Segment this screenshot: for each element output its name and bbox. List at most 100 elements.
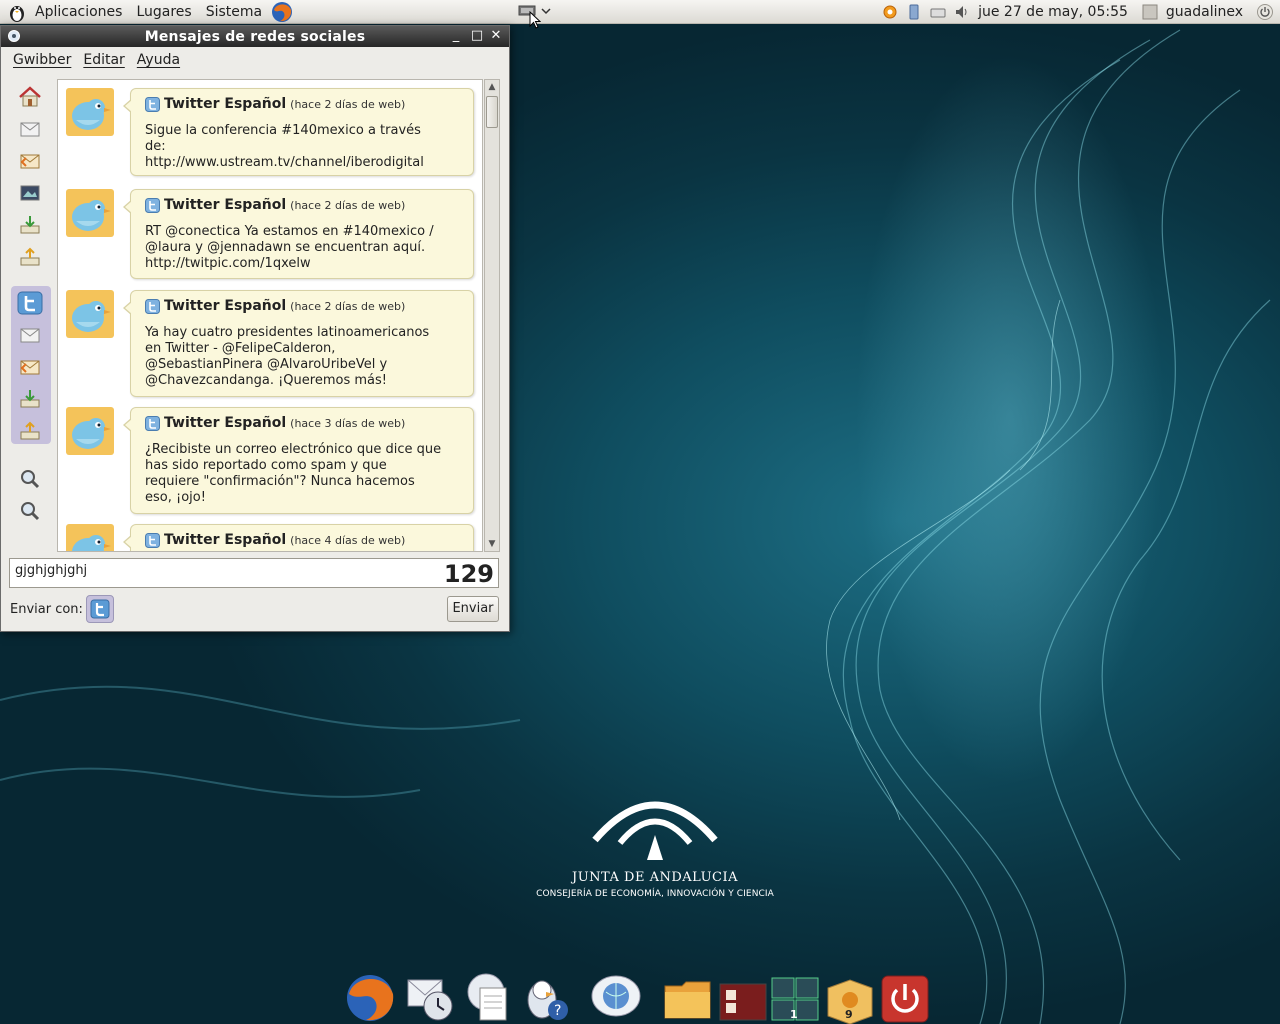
- gwibber-window: Mensajes de redes sociales _ □ ✕ Gwibber…: [0, 25, 510, 632]
- twitter-replies-button[interactable]: [13, 353, 47, 381]
- shutdown-icon[interactable]: [1256, 3, 1274, 21]
- images-button[interactable]: [13, 179, 47, 207]
- twitter-messages-button[interactable]: [13, 321, 47, 349]
- folder-icon[interactable]: [662, 970, 714, 1024]
- minimize-button[interactable]: _: [447, 28, 465, 44]
- chat-globe-icon[interactable]: [590, 970, 642, 1024]
- message-sender[interactable]: Twitter Español: [164, 298, 286, 314]
- junta-subtitle: CONSEJERÍA DE ECONOMÍA, INNOVACIÓN Y CIE…: [536, 889, 774, 899]
- usb-icon[interactable]: [905, 3, 923, 21]
- twitter-icon: [17, 291, 43, 315]
- junta-title: JUNTA DE ANDALUCIA: [572, 870, 738, 885]
- menu-editar[interactable]: Editar: [77, 52, 130, 68]
- send-button[interactable]: Enviar: [447, 596, 499, 622]
- inbox-download-icon: [20, 216, 40, 234]
- send-account-toggle[interactable]: [86, 595, 114, 623]
- menu-lugares[interactable]: Lugares: [129, 4, 198, 20]
- window-title: Mensajes de redes sociales: [144, 28, 366, 45]
- twitter-download-button[interactable]: [13, 385, 47, 413]
- upload-button[interactable]: [13, 243, 47, 271]
- message-sender[interactable]: Twitter Español: [164, 197, 286, 213]
- search-button[interactable]: [13, 465, 47, 493]
- message-sender[interactable]: Twitter Español: [164, 532, 286, 548]
- envelope-icon: [20, 328, 40, 343]
- junta-logo: JUNTA DE ANDALUCIA CONSEJERÍA DE ECONOMÍ…: [535, 785, 775, 905]
- twitter-bird-avatar: [66, 88, 114, 136]
- stream-sidebar: [9, 81, 53, 551]
- mail-clock-icon[interactable]: [404, 970, 456, 1024]
- message-text: ¿Recibiste un correo electrónico que dic…: [145, 442, 442, 505]
- outbox-upload-icon: [20, 421, 40, 440]
- message-bubble: Twitter Español (hace 4 días de web): [123, 524, 474, 551]
- send-with-label: Enviar con:: [10, 602, 83, 617]
- top-panel: Aplicaciones Lugares Sistema jue 27 de m…: [0, 0, 1280, 24]
- volume-icon[interactable]: [953, 3, 971, 21]
- message-meta: (hace 3 días de web): [290, 416, 406, 430]
- outbox-upload-icon: [20, 247, 40, 266]
- reply-envelope-icon: [20, 154, 40, 169]
- user-icon[interactable]: [1141, 3, 1159, 21]
- messages-button[interactable]: [13, 115, 47, 143]
- replies-button[interactable]: [13, 147, 47, 175]
- firefox-launcher-icon[interactable]: [271, 1, 293, 23]
- scroll-down-arrow[interactable]: ▼: [485, 537, 499, 551]
- maximize-button[interactable]: □: [468, 28, 486, 44]
- search-icon: [21, 470, 40, 489]
- send-bar: Enviar con: Enviar: [9, 594, 499, 624]
- twitter-icon: [145, 96, 160, 112]
- download-button[interactable]: [13, 211, 47, 239]
- twitter-bird-avatar: [66, 524, 114, 551]
- menu-ayuda[interactable]: Ayuda: [131, 52, 186, 68]
- penguin-icon[interactable]: [6, 1, 28, 23]
- compose-input[interactable]: gjghjghjghj 129: [9, 558, 499, 588]
- reply-envelope-icon: [20, 360, 40, 375]
- inbox-download-icon: [20, 390, 40, 408]
- power-button-icon[interactable]: [878, 970, 930, 1024]
- firefox-icon[interactable]: [344, 970, 396, 1024]
- message-meta: (hace 4 días de web): [290, 533, 406, 547]
- window-titlebar[interactable]: Mensajes de redes sociales _ □ ✕: [1, 26, 509, 47]
- panel-clock[interactable]: jue 27 de may, 05:55: [978, 4, 1128, 20]
- message-sender[interactable]: Twitter Español: [164, 415, 286, 431]
- message-text: Ya hay cuatro presidentes latinoamerican…: [145, 325, 430, 388]
- message-meta: (hace 2 días de web): [290, 198, 406, 212]
- menu-gwibber[interactable]: Gwibber: [7, 52, 77, 68]
- search-button-2[interactable]: [13, 497, 47, 525]
- update-icon[interactable]: [881, 3, 899, 21]
- message-bubble: Twitter Español (hace 2 días de web) Ya …: [123, 290, 474, 397]
- twitter-icon: [145, 298, 160, 314]
- close-button[interactable]: ✕: [487, 28, 505, 44]
- documents-icon[interactable]: [462, 970, 514, 1024]
- message-bubble: Twitter Español (hace 3 días de web) ¿Re…: [123, 407, 474, 514]
- stream-scrollbar[interactable]: ▲ ▼: [484, 79, 500, 552]
- twitter-bird-avatar: [66, 290, 114, 338]
- twitter-bird-avatar: [66, 407, 114, 455]
- twitter-icon: [145, 415, 160, 431]
- svg-text:?: ?: [554, 1003, 561, 1019]
- menu-sistema[interactable]: Sistema: [199, 4, 269, 20]
- message-stream[interactable]: Twitter Español (hace 2 días de web) Sig…: [57, 79, 483, 552]
- message-sender[interactable]: Twitter Español: [164, 96, 286, 112]
- twitter-icon: [145, 532, 160, 548]
- twitter-upload-button[interactable]: [13, 417, 47, 445]
- image-icon: [20, 185, 40, 201]
- scroll-thumb[interactable]: [486, 96, 498, 128]
- drive-icon[interactable]: [929, 3, 947, 21]
- search-icon: [21, 502, 40, 521]
- twitter-icon: [145, 197, 160, 213]
- presentation-app-icon[interactable]: [718, 970, 770, 1024]
- dock: ? 1 9: [340, 968, 940, 1024]
- help-penguin-icon[interactable]: ?: [520, 970, 572, 1024]
- menubar: Gwibber Editar Ayuda: [1, 47, 509, 73]
- updates-badge: 9: [845, 1008, 853, 1021]
- scroll-up-arrow[interactable]: ▲: [485, 80, 499, 94]
- home-icon: [19, 86, 41, 107]
- menu-aplicaciones[interactable]: Aplicaciones: [28, 4, 129, 20]
- compose-text[interactable]: gjghjghjghj: [15, 563, 87, 578]
- twitter-account-button[interactable]: [13, 289, 47, 317]
- panel-username[interactable]: guadalinex: [1166, 4, 1243, 20]
- chevron-down-icon[interactable]: [541, 6, 551, 16]
- message-text: Sigue la conferencia #140mexico a través…: [145, 123, 424, 170]
- home-stream-button[interactable]: [13, 83, 47, 111]
- workspace-badge: 1: [790, 1008, 798, 1021]
